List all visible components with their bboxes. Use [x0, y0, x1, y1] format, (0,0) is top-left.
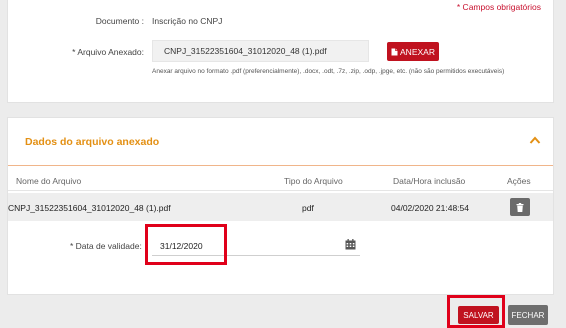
column-header-acoes: Ações — [507, 176, 531, 186]
trash-icon — [516, 202, 524, 212]
column-header-nome: Nome do Arquivo — [16, 176, 82, 186]
section-title: Dados do arquivo anexado — [25, 136, 160, 148]
cell-tipo: pdf — [302, 203, 314, 213]
header-divider — [8, 190, 553, 191]
attachments-card: Dados do arquivo anexado Nome do Arquivo… — [7, 117, 554, 295]
document-card: * Campos obrigatórios Documento : Inscri… — [7, 0, 554, 103]
cell-nome: CNPJ_31522351604_31012020_48 (1).pdf — [8, 203, 171, 213]
documento-label: Documento : — [95, 16, 144, 26]
calendar-icon[interactable] — [345, 239, 356, 250]
salvar-button[interactable]: SALVAR — [458, 306, 499, 324]
fechar-button[interactable]: FECHAR — [508, 305, 548, 325]
anexar-button-label: ANEXAR — [400, 46, 435, 57]
anexar-button[interactable]: ANEXAR — [387, 42, 439, 61]
delete-button[interactable] — [510, 198, 530, 216]
arquivo-label: * Arquivo Anexado: — [72, 47, 144, 57]
upload-hint: Anexar arquivo no formato .pdf (preferen… — [152, 68, 505, 75]
column-header-data: Data/Hora inclusão — [393, 176, 466, 186]
validade-label: * Data de validade: — [70, 241, 142, 251]
arquivo-field[interactable]: CNPJ_31522351604_31012020_48 (1).pdf — [152, 40, 369, 62]
file-icon — [391, 48, 398, 55]
section-divider — [8, 165, 553, 166]
documento-value: Inscrição no CNPJ — [152, 16, 223, 26]
chevron-up-icon[interactable] — [529, 135, 541, 145]
cell-data: 04/02/2020 21:48:54 — [391, 203, 469, 213]
date-highlight-box — [145, 224, 227, 265]
required-fields-note: * Campos obrigatórios — [456, 2, 541, 12]
column-header-tipo: Tipo do Arquivo — [284, 176, 343, 186]
